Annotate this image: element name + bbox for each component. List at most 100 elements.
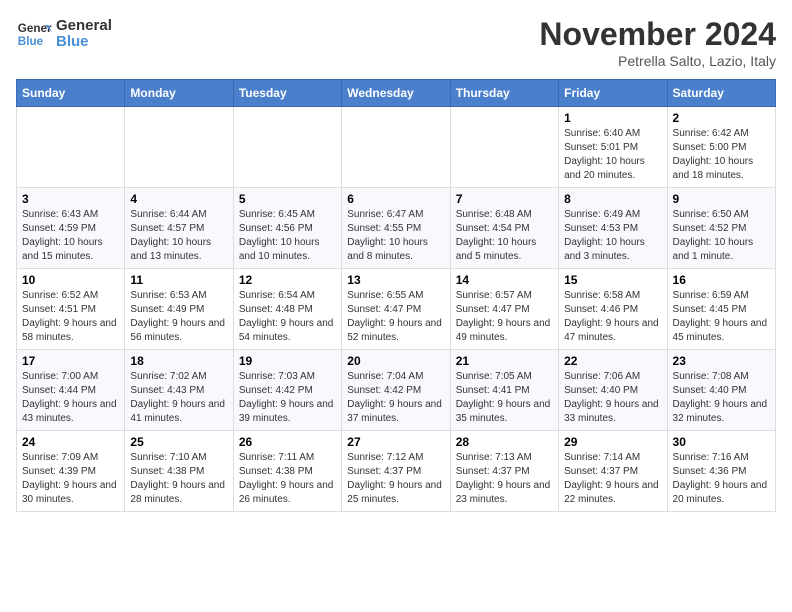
day-info: Sunrise: 7:02 AM Sunset: 4:43 PM Dayligh… xyxy=(130,370,227,426)
day-info: Sunrise: 6:55 AM Sunset: 4:47 PM Dayligh… xyxy=(347,289,444,345)
calendar-week-1: 3 Sunrise: 6:43 AM Sunset: 4:59 PM Daylig… xyxy=(17,188,776,269)
day-info: Sunrise: 6:43 AM Sunset: 4:59 PM Dayligh… xyxy=(22,208,119,264)
month-title: November 2024 xyxy=(539,16,776,53)
calendar-cell: 15 Sunrise: 6:58 AM Sunset: 4:46 PM Dayli… xyxy=(559,269,667,350)
calendar-cell: 18 Sunrise: 7:02 AM Sunset: 4:43 PM Dayli… xyxy=(125,350,233,431)
calendar-cell: 9 Sunrise: 6:50 AM Sunset: 4:52 PM Daylig… xyxy=(667,188,775,269)
weekday-header-thursday: Thursday xyxy=(450,80,558,107)
calendar-cell: 5 Sunrise: 6:45 AM Sunset: 4:56 PM Daylig… xyxy=(233,188,341,269)
calendar-week-0: 1 Sunrise: 6:40 AM Sunset: 5:01 PM Daylig… xyxy=(17,107,776,188)
day-info: Sunrise: 7:09 AM Sunset: 4:39 PM Dayligh… xyxy=(22,451,119,507)
day-number: 16 xyxy=(673,273,770,287)
calendar-cell xyxy=(17,107,125,188)
day-number: 3 xyxy=(22,192,119,206)
calendar-cell: 24 Sunrise: 7:09 AM Sunset: 4:39 PM Dayli… xyxy=(17,431,125,512)
day-number: 23 xyxy=(673,354,770,368)
day-number: 24 xyxy=(22,435,119,449)
calendar-week-4: 24 Sunrise: 7:09 AM Sunset: 4:39 PM Dayli… xyxy=(17,431,776,512)
calendar-cell: 1 Sunrise: 6:40 AM Sunset: 5:01 PM Daylig… xyxy=(559,107,667,188)
day-info: Sunrise: 6:52 AM Sunset: 4:51 PM Dayligh… xyxy=(22,289,119,345)
day-info: Sunrise: 6:59 AM Sunset: 4:45 PM Dayligh… xyxy=(673,289,770,345)
day-info: Sunrise: 7:04 AM Sunset: 4:42 PM Dayligh… xyxy=(347,370,444,426)
day-number: 26 xyxy=(239,435,336,449)
day-info: Sunrise: 7:08 AM Sunset: 4:40 PM Dayligh… xyxy=(673,370,770,426)
day-number: 6 xyxy=(347,192,444,206)
day-number: 7 xyxy=(456,192,553,206)
day-info: Sunrise: 7:05 AM Sunset: 4:41 PM Dayligh… xyxy=(456,370,553,426)
calendar-cell: 12Sunrise: 6:54 AM Sunset: 4:48 PM Dayli… xyxy=(233,269,341,350)
day-number: 21 xyxy=(456,354,553,368)
calendar-cell: 6 Sunrise: 6:47 AM Sunset: 4:55 PM Daylig… xyxy=(342,188,450,269)
day-info: Sunrise: 6:58 AM Sunset: 4:46 PM Dayligh… xyxy=(564,289,661,345)
calendar-week-3: 17 Sunrise: 7:00 AM Sunset: 4:44 PM Dayli… xyxy=(17,350,776,431)
day-number: 4 xyxy=(130,192,227,206)
day-info: Sunrise: 6:40 AM Sunset: 5:01 PM Dayligh… xyxy=(564,127,661,183)
day-number: 10 xyxy=(22,273,119,287)
weekday-header-monday: Monday xyxy=(125,80,233,107)
day-number: 18 xyxy=(130,354,227,368)
calendar-cell: 20 Sunrise: 7:04 AM Sunset: 4:42 PM Dayli… xyxy=(342,350,450,431)
calendar-cell: 4 Sunrise: 6:44 AM Sunset: 4:57 PM Daylig… xyxy=(125,188,233,269)
svg-text:General: General xyxy=(18,22,52,35)
day-info: Sunrise: 7:10 AM Sunset: 4:38 PM Dayligh… xyxy=(130,451,227,507)
day-info: Sunrise: 6:48 AM Sunset: 4:54 PM Dayligh… xyxy=(456,208,553,264)
calendar-cell: 23 Sunrise: 7:08 AM Sunset: 4:40 PM Dayli… xyxy=(667,350,775,431)
calendar-cell: 8Sunrise: 6:49 AM Sunset: 4:53 PM Daylig… xyxy=(559,188,667,269)
weekday-header-friday: Friday xyxy=(559,80,667,107)
calendar-cell: 25 Sunrise: 7:10 AM Sunset: 4:38 PM Dayli… xyxy=(125,431,233,512)
day-info: Sunrise: 6:50 AM Sunset: 4:52 PM Dayligh… xyxy=(673,208,770,264)
day-info: Sunrise: 7:14 AM Sunset: 4:37 PM Dayligh… xyxy=(564,451,661,507)
day-number: 17 xyxy=(22,354,119,368)
day-info: Sunrise: 7:13 AM Sunset: 4:37 PM Dayligh… xyxy=(456,451,553,507)
calendar-cell: 27 Sunrise: 7:12 AM Sunset: 4:37 PM Dayli… xyxy=(342,431,450,512)
logo: General Blue General Blue General Blue xyxy=(16,16,112,52)
day-number: 15 xyxy=(564,273,661,287)
calendar-cell: 3 Sunrise: 6:43 AM Sunset: 4:59 PM Daylig… xyxy=(17,188,125,269)
day-number: 20 xyxy=(347,354,444,368)
day-number: 1 xyxy=(564,111,661,125)
calendar-table: SundayMondayTuesdayWednesdayThursdayFrid… xyxy=(16,79,776,512)
day-number: 2 xyxy=(673,111,770,125)
calendar-cell: 11 Sunrise: 6:53 AM Sunset: 4:49 PM Dayli… xyxy=(125,269,233,350)
day-info: Sunrise: 7:11 AM Sunset: 4:38 PM Dayligh… xyxy=(239,451,336,507)
calendar-week-2: 10 Sunrise: 6:52 AM Sunset: 4:51 PM Dayli… xyxy=(17,269,776,350)
calendar-cell xyxy=(233,107,341,188)
svg-text:Blue: Blue xyxy=(18,35,44,48)
calendar-body: 1 Sunrise: 6:40 AM Sunset: 5:01 PM Daylig… xyxy=(17,107,776,512)
day-info: Sunrise: 6:53 AM Sunset: 4:49 PM Dayligh… xyxy=(130,289,227,345)
day-info: Sunrise: 6:54 AM Sunset: 4:48 PM Dayligh… xyxy=(239,289,336,345)
day-info: Sunrise: 6:42 AM Sunset: 5:00 PM Dayligh… xyxy=(673,127,770,183)
day-number: 14 xyxy=(456,273,553,287)
logo-general: General xyxy=(56,18,112,35)
day-info: Sunrise: 6:49 AM Sunset: 4:53 PM Dayligh… xyxy=(564,208,661,264)
logo-blue: Blue xyxy=(56,34,112,51)
day-info: Sunrise: 6:44 AM Sunset: 4:57 PM Dayligh… xyxy=(130,208,227,264)
calendar-cell: 10 Sunrise: 6:52 AM Sunset: 4:51 PM Dayli… xyxy=(17,269,125,350)
day-info: Sunrise: 6:47 AM Sunset: 4:55 PM Dayligh… xyxy=(347,208,444,264)
day-number: 28 xyxy=(456,435,553,449)
title-section: November 2024 Petrella Salto, Lazio, Ita… xyxy=(539,16,776,69)
logo-icon: General Blue xyxy=(16,16,52,52)
calendar-cell: 30Sunrise: 7:16 AM Sunset: 4:36 PM Dayli… xyxy=(667,431,775,512)
calendar-cell: 29 Sunrise: 7:14 AM Sunset: 4:37 PM Dayli… xyxy=(559,431,667,512)
day-info: Sunrise: 6:45 AM Sunset: 4:56 PM Dayligh… xyxy=(239,208,336,264)
day-number: 5 xyxy=(239,192,336,206)
day-number: 25 xyxy=(130,435,227,449)
day-number: 9 xyxy=(673,192,770,206)
calendar-cell: 17 Sunrise: 7:00 AM Sunset: 4:44 PM Dayli… xyxy=(17,350,125,431)
day-info: Sunrise: 7:16 AM Sunset: 4:36 PM Dayligh… xyxy=(673,451,770,507)
day-info: Sunrise: 7:03 AM Sunset: 4:42 PM Dayligh… xyxy=(239,370,336,426)
calendar-cell: 13Sunrise: 6:55 AM Sunset: 4:47 PM Dayli… xyxy=(342,269,450,350)
day-info: Sunrise: 7:00 AM Sunset: 4:44 PM Dayligh… xyxy=(22,370,119,426)
day-number: 27 xyxy=(347,435,444,449)
day-info: Sunrise: 7:12 AM Sunset: 4:37 PM Dayligh… xyxy=(347,451,444,507)
calendar-cell: 28 Sunrise: 7:13 AM Sunset: 4:37 PM Dayli… xyxy=(450,431,558,512)
calendar-cell: 16 Sunrise: 6:59 AM Sunset: 4:45 PM Dayli… xyxy=(667,269,775,350)
day-number: 29 xyxy=(564,435,661,449)
calendar-cell: 21 Sunrise: 7:05 AM Sunset: 4:41 PM Dayli… xyxy=(450,350,558,431)
day-number: 19 xyxy=(239,354,336,368)
calendar-cell: 19 Sunrise: 7:03 AM Sunset: 4:42 PM Dayli… xyxy=(233,350,341,431)
calendar-cell: 7 Sunrise: 6:48 AM Sunset: 4:54 PM Daylig… xyxy=(450,188,558,269)
day-number: 22 xyxy=(564,354,661,368)
day-number: 11 xyxy=(130,273,227,287)
